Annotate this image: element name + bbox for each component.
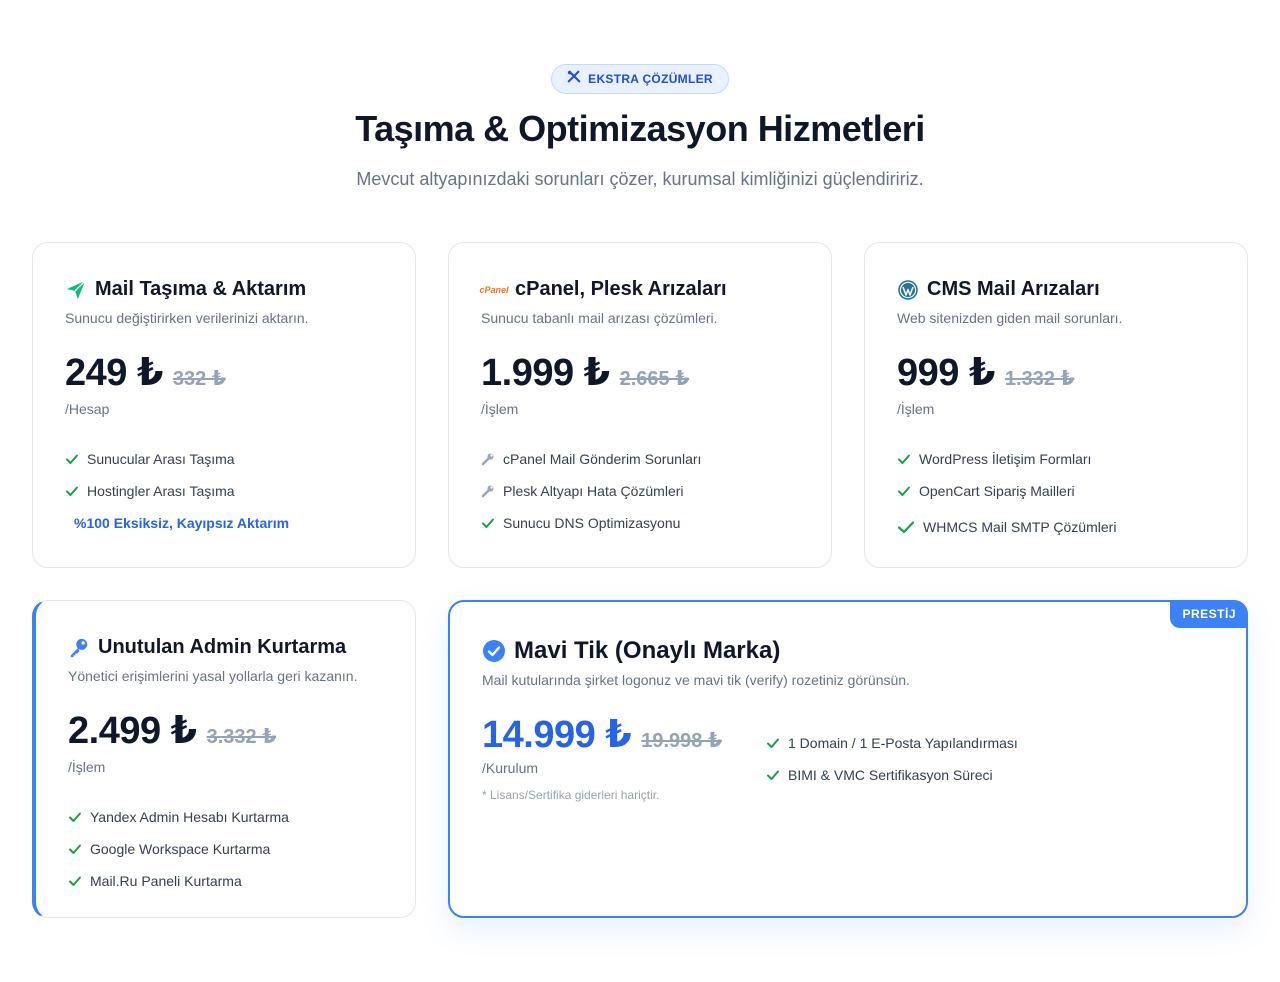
card-header: CMS Mail Arızaları — [897, 278, 1100, 301]
card-cpanel-plesk[interactable]: cPanel cPanel, Plesk Arızaları Sunucu ta… — [448, 242, 832, 568]
card-title: CMS Mail Arızaları — [927, 278, 1100, 300]
card-description: Web sitenizden giden mail sorunları. — [897, 310, 1123, 326]
key-icon — [68, 637, 90, 659]
feature-item: OpenCart Sipariş Mailleri — [897, 475, 1116, 507]
price-unit: /İşlem — [897, 401, 935, 417]
feature-list: cPanel Mail Gönderim Sorunları Plesk Alt… — [481, 443, 701, 539]
old-price: 2.665 ₺ — [619, 368, 690, 390]
price: 2.499 ₺ — [68, 710, 197, 752]
card-blue-tick[interactable]: PRESTİJ Mavi Tik (Onaylı Marka) Mail kut… — [448, 600, 1248, 918]
card-header: Unutulan Admin Kurtarma — [68, 636, 346, 659]
check-icon — [65, 452, 79, 466]
feature-item: Sunucu DNS Optimizasyonu — [481, 507, 701, 539]
page-title: Taşıma & Optimizasyon Hizmetleri — [355, 108, 925, 149]
badge-label: EKSTRA ÇÖZÜMLER — [588, 72, 713, 86]
check-icon — [65, 484, 79, 498]
card-title: cPanel, Plesk Arızaları — [515, 278, 727, 300]
feature-item: Plesk Altyapı Hata Çözümleri — [481, 475, 701, 507]
feature-item: cPanel Mail Gönderim Sorunları — [481, 443, 701, 475]
wrench-icon — [481, 452, 495, 466]
old-price: 19.998 ₺ — [641, 730, 722, 752]
price: 249 ₺ — [65, 352, 163, 394]
check-icon — [68, 842, 82, 856]
card-description: Sunucu tabanlı mail arızası çözümleri. — [481, 310, 718, 326]
check-icon — [766, 736, 780, 750]
page-subtitle: Mevcut altyapınızdaki sorunları çözer, k… — [356, 169, 924, 189]
feature-list: Sunucular Arası Taşıma Hostingler Arası … — [65, 443, 289, 539]
section-badge: EKSTRA ÇÖZÜMLER — [551, 64, 729, 94]
send-icon — [65, 279, 87, 301]
check-icon — [68, 874, 82, 888]
feature-item: WordPress İletişim Formları — [897, 443, 1116, 475]
feature-item: 1 Domain / 1 E-Posta Yapılandırması — [766, 727, 1018, 759]
card-header: Mavi Tik (Onaylı Marka) — [482, 637, 780, 665]
card-mail-migration[interactable]: Mail Taşıma & Aktarım Sunucu değiştirirk… — [32, 242, 416, 568]
price-row: 249 ₺ 332 ₺ — [65, 350, 226, 395]
check-icon — [897, 484, 911, 498]
feature-highlight: %100 Eksiksiz, Kayıpsız Aktarım — [74, 515, 290, 531]
price: 14.999 ₺ — [482, 714, 632, 756]
feature-list: 1 Domain / 1 E-Posta Yapılandırması BIMI… — [766, 727, 1018, 791]
wordpress-icon — [897, 279, 919, 301]
check-icon — [481, 516, 495, 530]
price-unit: /Kurulum — [482, 760, 539, 776]
feature-list: Yandex Admin Hesabı Kurtarma Google Work… — [68, 801, 289, 897]
price-unit: /İşlem — [481, 401, 519, 417]
feature-item: BIMI & VMC Sertifikasyon Süreci — [766, 759, 1018, 791]
card-header: cPanel cPanel, Plesk Arızaları — [479, 278, 727, 301]
verified-check-icon — [482, 639, 506, 663]
card-title: Mail Taşıma & Aktarım — [95, 278, 307, 300]
feature-item: WHMCS Mail SMTP Çözümleri — [897, 507, 1116, 547]
card-description: Yönetici erişimlerini yasal yollarla ger… — [68, 668, 358, 684]
check-icon — [766, 768, 780, 782]
feature-item: Sunucular Arası Taşıma — [65, 443, 289, 475]
prestige-ribbon: PRESTİJ — [1170, 600, 1248, 628]
card-description: Mail kutularında şirket logonuz ve mavi … — [482, 672, 910, 688]
card-title: Mavi Tik (Onaylı Marka) — [514, 637, 781, 664]
card-description: Sunucu değiştirirken verilerinizi aktarı… — [65, 310, 309, 326]
feature-item: Hostingler Arası Taşıma — [65, 475, 289, 507]
old-price: 332 ₺ — [172, 368, 226, 390]
feature-item: Google Workspace Kurtarma — [68, 833, 289, 865]
check-icon — [68, 810, 82, 824]
check-icon — [897, 452, 911, 466]
card-cms-mail[interactable]: CMS Mail Arızaları Web sitenizden giden … — [864, 242, 1248, 568]
card-header: Mail Taşıma & Aktarım — [65, 278, 306, 301]
price-row: 14.999 ₺ 19.998 ₺ — [482, 712, 722, 757]
feature-list: WordPress İletişim Formları OpenCart Sip… — [897, 443, 1116, 547]
price-note: * Lisans/Sertifika giderleri hariçtir. — [482, 788, 660, 802]
feature-item: Yandex Admin Hesabı Kurtarma — [68, 801, 289, 833]
old-price: 1.332 ₺ — [1004, 368, 1075, 390]
check-icon — [897, 520, 915, 534]
price: 1.999 ₺ — [481, 352, 610, 394]
card-admin-recovery[interactable]: Unutulan Admin Kurtarma Yönetici erişiml… — [32, 600, 416, 918]
card-title: Unutulan Admin Kurtarma — [98, 636, 347, 658]
price: 999 ₺ — [897, 352, 995, 394]
tools-icon — [567, 70, 581, 89]
price-unit: /İşlem — [68, 759, 106, 775]
price-row: 1.999 ₺ 2.665 ₺ — [481, 350, 689, 395]
price-row: 2.499 ₺ 3.332 ₺ — [68, 708, 276, 753]
price-unit: /Hesap — [65, 401, 110, 417]
feature-item: Mail.Ru Paneli Kurtarma — [68, 865, 289, 897]
old-price: 3.332 ₺ — [206, 726, 277, 748]
price-row: 999 ₺ 1.332 ₺ — [897, 350, 1074, 395]
cpanel-logo: cPanel — [479, 284, 509, 295]
wrench-icon — [481, 484, 495, 498]
